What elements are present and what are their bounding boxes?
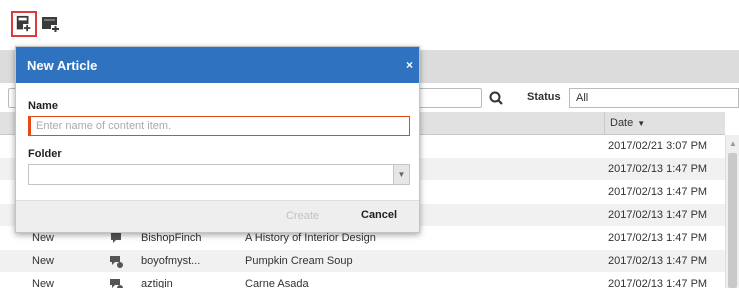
date-column-label: Date [610, 117, 634, 129]
row-title: Pumpkin Cream Soup [245, 255, 353, 267]
row-date: 2017/02/13 1:47 PM [608, 186, 708, 198]
row-date: 2017/02/13 1:47 PM [608, 232, 708, 244]
scrollbar-thumb[interactable] [728, 153, 737, 288]
status-filter-select[interactable]: All [569, 88, 739, 108]
folder-select[interactable]: ▼ [28, 164, 410, 185]
row-date: 2017/02/13 1:47 PM [608, 278, 708, 288]
search-icon[interactable] [487, 88, 505, 108]
dialog-footer: Create Cancel [16, 200, 419, 232]
row-date: 2017/02/21 3:07 PM [608, 140, 708, 152]
status-filter-label: Status [527, 91, 561, 103]
close-icon[interactable]: × [406, 58, 413, 72]
name-input[interactable] [28, 116, 410, 136]
folder-label: Folder [28, 148, 62, 160]
row-author: BishopFinch [141, 232, 202, 244]
row-status: New [32, 278, 55, 288]
row-date: 2017/02/13 1:47 PM [608, 209, 708, 221]
row-author: aztigin [141, 278, 173, 288]
new-article-icon[interactable] [11, 11, 37, 37]
recipe-icon [108, 276, 124, 288]
dialog-header: New Article × [16, 47, 419, 83]
scroll-up-icon[interactable]: ▲ [729, 139, 737, 148]
row-title: A History of Interior Design [245, 232, 376, 244]
chevron-down-icon[interactable]: ▼ [393, 165, 409, 184]
row-title: Carne Asada [245, 278, 309, 288]
row-date: 2017/02/13 1:47 PM [608, 255, 708, 267]
row-status: New [32, 232, 55, 244]
new-media-icon[interactable] [41, 14, 61, 34]
name-label: Name [28, 100, 58, 112]
cancel-button[interactable]: Cancel [361, 209, 397, 221]
sort-desc-icon: ▼ [637, 119, 646, 128]
dialog-title: New Article [27, 58, 98, 73]
row-status: New [32, 255, 55, 267]
grid-scrollbar[interactable]: ▲ [725, 135, 739, 288]
new-article-dialog: New Article × Name Folder ▼ Create Cance… [15, 46, 420, 233]
row-author: boyofmyst... [141, 255, 201, 267]
create-button[interactable]: Create [286, 210, 319, 222]
row-date: 2017/02/13 1:47 PM [608, 163, 708, 175]
table-row[interactable]: New boyofmyst... Pumpkin Cream Soup 2017… [0, 250, 725, 273]
recipe-icon [108, 253, 124, 269]
table-row[interactable]: New aztigin Carne Asada 2017/02/13 1:47 … [0, 273, 725, 288]
date-column-header[interactable]: Date ▼ [604, 112, 725, 135]
